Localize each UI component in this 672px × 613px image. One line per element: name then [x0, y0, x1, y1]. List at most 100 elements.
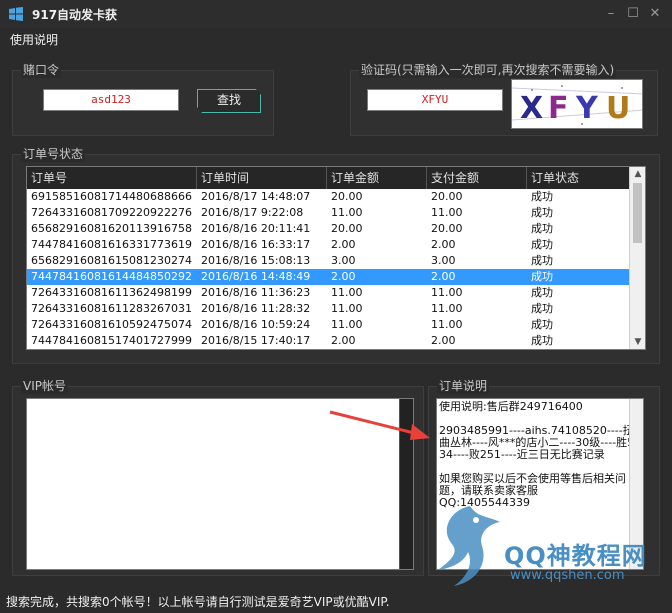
minimize-button[interactable]: –	[600, 4, 622, 24]
table-cell: 72643316081709220922276	[31, 206, 192, 219]
table-cell: 11.00	[431, 318, 463, 331]
table-cell: 成功	[531, 238, 553, 251]
table-cell: 72643316081611362498199	[31, 286, 192, 299]
captcha-input[interactable]: XFYU	[367, 89, 503, 111]
scroll-down-icon[interactable]: ▼	[630, 337, 645, 347]
table-cell: 2016/8/16 11:36:23	[201, 286, 311, 299]
table-cell: 20.00	[331, 190, 363, 203]
table-cell: 成功	[531, 190, 553, 203]
table-cell: 成功	[531, 302, 553, 315]
table-cell: 2016/8/16 20:11:41	[201, 222, 311, 235]
table-cell: 11.00	[331, 286, 363, 299]
maximize-button[interactable]: ☐	[622, 4, 644, 24]
watermark-url: www.qqshen.com	[510, 568, 625, 583]
orders-table-body: 69158516081714480688666 2016/8/17 14:48:0…	[27, 189, 630, 349]
table-cell: 成功	[531, 222, 553, 235]
scroll-up-icon[interactable]: ▲	[630, 169, 645, 179]
status-bar: 搜索完成，共搜索0个帐号！以上帐号请自行测试是爱奇艺VIP或优酷VIP.	[0, 592, 672, 613]
table-row[interactable]: 65682916081615081230274 2016/8/16 15:08:1…	[27, 253, 630, 269]
table-cell: 74478416081614484850292	[31, 270, 192, 283]
table-cell: 2.00	[331, 238, 356, 251]
order-notes-text: 使用说明:售后群249716400 2903485991----aihs.741…	[439, 400, 635, 509]
table-cell: 72643316081611283267031	[31, 302, 192, 315]
table-cell: 20.00	[331, 222, 363, 235]
table-cell: 11.00	[431, 286, 463, 299]
scrollbar-thumb[interactable]	[633, 183, 642, 243]
password-group: 赌口令 asd123 查找	[12, 62, 274, 136]
watermark-brand: QQ神教程网	[504, 542, 647, 570]
search-button[interactable]: 查找	[197, 89, 261, 113]
table-row[interactable]: 74478416081614484850292 2016/8/16 14:48:4…	[27, 269, 630, 285]
table-cell: 成功	[531, 286, 553, 299]
password-input[interactable]: asd123	[43, 89, 179, 111]
table-cell: 11.00	[431, 206, 463, 219]
table-row[interactable]: 72643316081611283267031 2016/8/16 11:28:3…	[27, 301, 630, 317]
table-row[interactable]: 72643316081610592475074 2016/8/16 10:59:2…	[27, 317, 630, 333]
svg-text:X: X	[520, 91, 543, 126]
table-cell: 2016/8/16 14:48:49	[201, 270, 311, 283]
dragon-logo-icon	[438, 506, 500, 586]
table-row[interactable]: 72643316081611362498199 2016/8/16 11:36:2…	[27, 285, 630, 301]
table-cell: 2016/8/16 10:59:24	[201, 318, 311, 331]
table-cell: 65682916081615081230274	[31, 254, 192, 267]
table-cell: 成功	[531, 270, 553, 283]
password-legend: 赌口令	[21, 62, 62, 78]
table-cell: 11.00	[331, 206, 363, 219]
notes-legend: 订单说明	[437, 378, 490, 394]
table-row[interactable]: 65682916081620113916758 2016/8/16 20:11:4…	[27, 221, 630, 237]
windows-logo-icon	[9, 7, 23, 21]
table-cell: 11.00	[331, 302, 363, 315]
table-cell: 成功	[531, 318, 553, 331]
captcha-image[interactable]: X F Y U	[511, 79, 643, 129]
table-cell: 2016/8/17 9:22:08	[201, 206, 304, 219]
captcha-group: 验证码(只需输入一次即可,再次搜索不需要输入) XFYU X F Y U	[350, 62, 658, 136]
table-cell: 69158516081714480688666	[31, 190, 192, 203]
table-cell: 成功	[531, 334, 553, 347]
captcha-legend: 验证码(只需输入一次即可,再次搜索不需要输入)	[359, 62, 617, 78]
table-cell: 2.00	[431, 334, 456, 347]
menu-bar: 使用说明	[0, 28, 672, 50]
table-cell: 2.00	[331, 270, 356, 283]
title-bar: 917自动发卡获 – ☐ ✕	[0, 0, 672, 28]
table-cell: 成功	[531, 206, 553, 219]
svg-text:F: F	[548, 91, 569, 126]
table-cell: 2016/8/16 16:33:17	[201, 238, 311, 251]
window-title: 917自动发卡获	[32, 7, 118, 22]
table-cell: 20.00	[431, 222, 463, 235]
svg-text:U: U	[606, 91, 630, 126]
column-header-order-amount[interactable]: 订单金额	[327, 167, 427, 189]
table-cell: 2016/8/15 17:40:17	[201, 334, 311, 347]
table-cell: 74478416081616331773619	[31, 238, 192, 251]
table-cell: 3.00	[331, 254, 356, 267]
table-cell: 3.00	[431, 254, 456, 267]
column-header-order-number[interactable]: 订单号	[27, 167, 197, 189]
red-arrow-icon	[329, 410, 430, 440]
orders-legend: 订单号状态	[21, 146, 86, 162]
table-cell: 11.00	[431, 302, 463, 315]
table-row[interactable]: 72643316081709220922276 2016/8/17 9:22:08…	[27, 205, 630, 221]
table-cell: 74478416081517401727999	[31, 334, 192, 347]
table-row[interactable]: 69158516081714480688666 2016/8/17 14:48:0…	[27, 189, 630, 205]
table-row[interactable]: 74478416081616331773619 2016/8/16 16:33:1…	[27, 237, 630, 253]
orders-scrollbar[interactable]: ▲ ▼	[629, 167, 645, 349]
table-cell: 2.00	[431, 238, 456, 251]
table-row[interactable]: 74478416081517401727999 2016/8/15 17:40:1…	[27, 333, 630, 349]
column-header-order-time[interactable]: 订单时间	[197, 167, 327, 189]
orders-table-header: 订单号 订单时间 订单金额 支付金额 订单状态	[27, 167, 630, 189]
vip-legend: VIP帐号	[21, 378, 68, 394]
column-header-paid-amount[interactable]: 支付金额	[427, 167, 527, 189]
table-cell: 2016/8/16 11:28:32	[201, 302, 311, 315]
table-cell: 72643316081610592475074	[31, 318, 192, 331]
close-button[interactable]: ✕	[644, 4, 666, 24]
table-cell: 2016/8/16 15:08:13	[201, 254, 311, 267]
svg-text:Y: Y	[575, 91, 599, 126]
menu-item-usage[interactable]: 使用说明	[0, 31, 68, 48]
column-header-order-status[interactable]: 订单状态	[527, 167, 630, 189]
table-cell: 2.00	[431, 270, 456, 283]
table-cell: 20.00	[431, 190, 463, 203]
table-cell: 2016/8/17 14:48:07	[201, 190, 311, 203]
table-cell: 2.00	[331, 334, 356, 347]
table-cell: 11.00	[331, 318, 363, 331]
table-cell: 成功	[531, 254, 553, 267]
orders-table: 订单号 订单时间 订单金额 支付金额 订单状态 6915851608171448…	[26, 166, 646, 350]
